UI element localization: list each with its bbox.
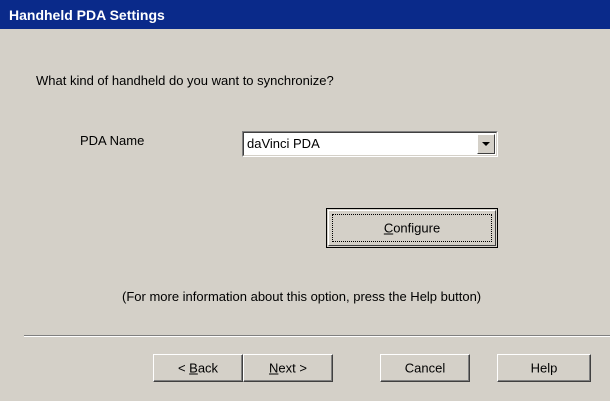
configure-button[interactable]: Configure [326,208,498,248]
window-title: Handheld PDA Settings [9,7,165,23]
separator [24,335,610,337]
help-button-label: Help [530,360,558,376]
cancel-button[interactable]: Cancel [380,354,470,382]
next-button-label: Next > [269,360,307,376]
cancel-button-label: Cancel [404,360,446,376]
back-button-label: < Back [177,360,219,376]
chevron-down-icon [482,142,490,146]
help-info-text: (For more information about this option,… [122,289,482,304]
pda-name-dropdown[interactable]: daVinci PDA [242,131,498,157]
question-text: What kind of handheld do you want to syn… [36,73,334,88]
dropdown-arrow-button[interactable] [477,134,495,154]
back-button[interactable]: < Back [153,354,243,382]
pda-name-label: PDA Name [80,133,145,148]
next-button[interactable]: Next > [243,354,333,382]
configure-button-label: Configure [383,220,441,236]
help-button[interactable]: Help [497,354,591,382]
pda-name-value: daVinci PDA [247,136,320,151]
title-bar: Handheld PDA Settings [0,0,610,29]
